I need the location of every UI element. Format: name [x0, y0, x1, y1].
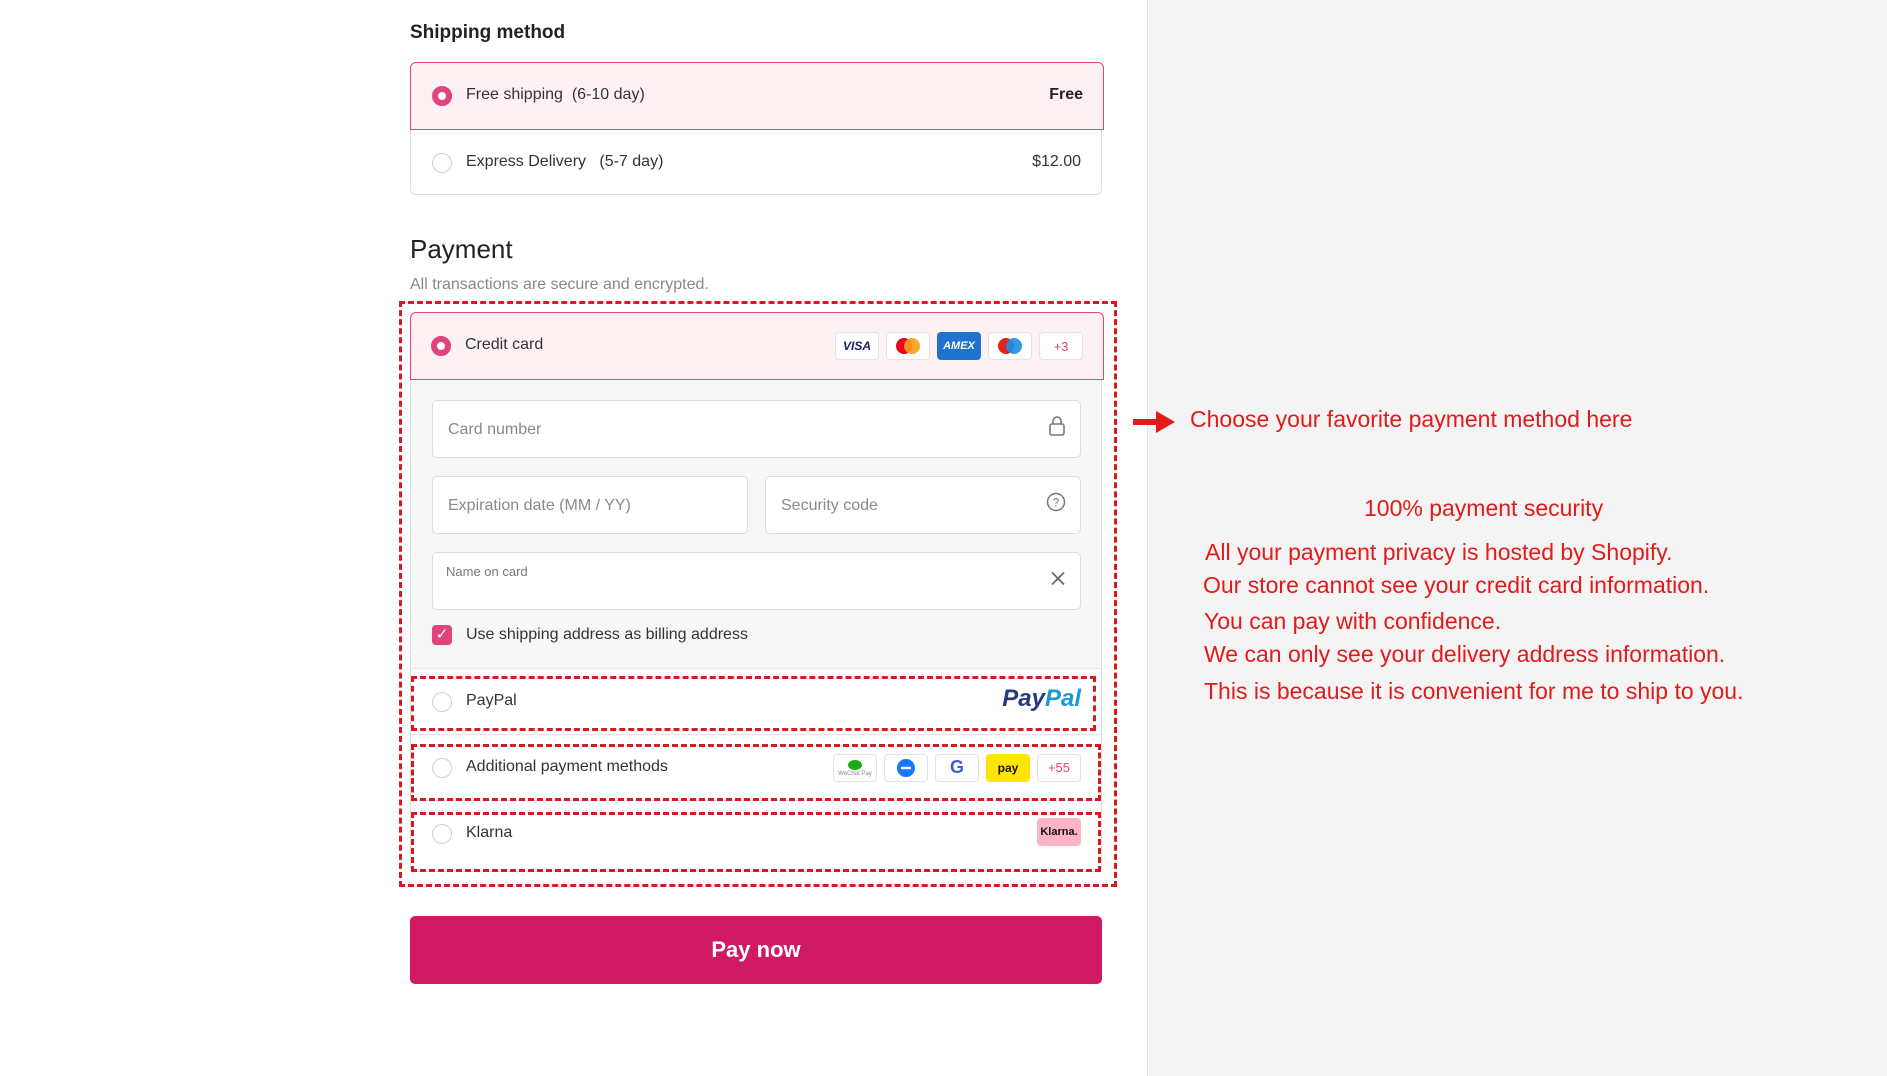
radio-unselected-icon[interactable]: [432, 153, 452, 173]
arrow-right-icon: [1133, 411, 1175, 433]
annotation-frame-paypal: [411, 676, 1096, 731]
shipping-option-label: Express Delivery (5-7 day): [466, 153, 664, 170]
annotation-frame-klarna: [411, 812, 1101, 872]
annotation-line: This is because it is convenient for me …: [1204, 678, 1744, 704]
payment-title: Payment: [410, 234, 513, 264]
shipping-option-label: Free shipping (6-10 day): [466, 86, 645, 103]
annotation-line: You can pay with confidence.: [1204, 608, 1502, 634]
annotation-choose-method: Choose your favorite payment method here: [1190, 406, 1633, 432]
annotation-security-title: 100% payment security: [1364, 495, 1604, 521]
annotation-line: All your payment privacy is hosted by Sh…: [1205, 539, 1673, 565]
shipping-option-free[interactable]: Free shipping (6-10 day) Free: [410, 62, 1104, 130]
shipping-option-price: Free: [1049, 86, 1083, 103]
shipping-option-price: $12.00: [1032, 153, 1081, 170]
shipping-method-title: Shipping method: [410, 22, 566, 43]
shipping-options: Free shipping (6-10 day) Free Express De…: [410, 62, 1104, 196]
annotation-frame-additional: [411, 744, 1101, 801]
radio-selected-icon[interactable]: [432, 86, 452, 106]
order-summary-panel: [1147, 0, 1887, 1076]
payment-subtitle: All transactions are secure and encrypte…: [410, 276, 709, 293]
checkout-panel: Shipping method Free shipping (6-10 day)…: [0, 0, 1147, 1076]
shipping-option-express[interactable]: Express Delivery (5-7 day) $12.00: [411, 130, 1101, 196]
pay-now-button[interactable]: Pay now: [410, 916, 1102, 984]
annotation-line: Our store cannot see your credit card in…: [1203, 572, 1710, 598]
annotation-line: We can only see your delivery address in…: [1204, 641, 1726, 667]
